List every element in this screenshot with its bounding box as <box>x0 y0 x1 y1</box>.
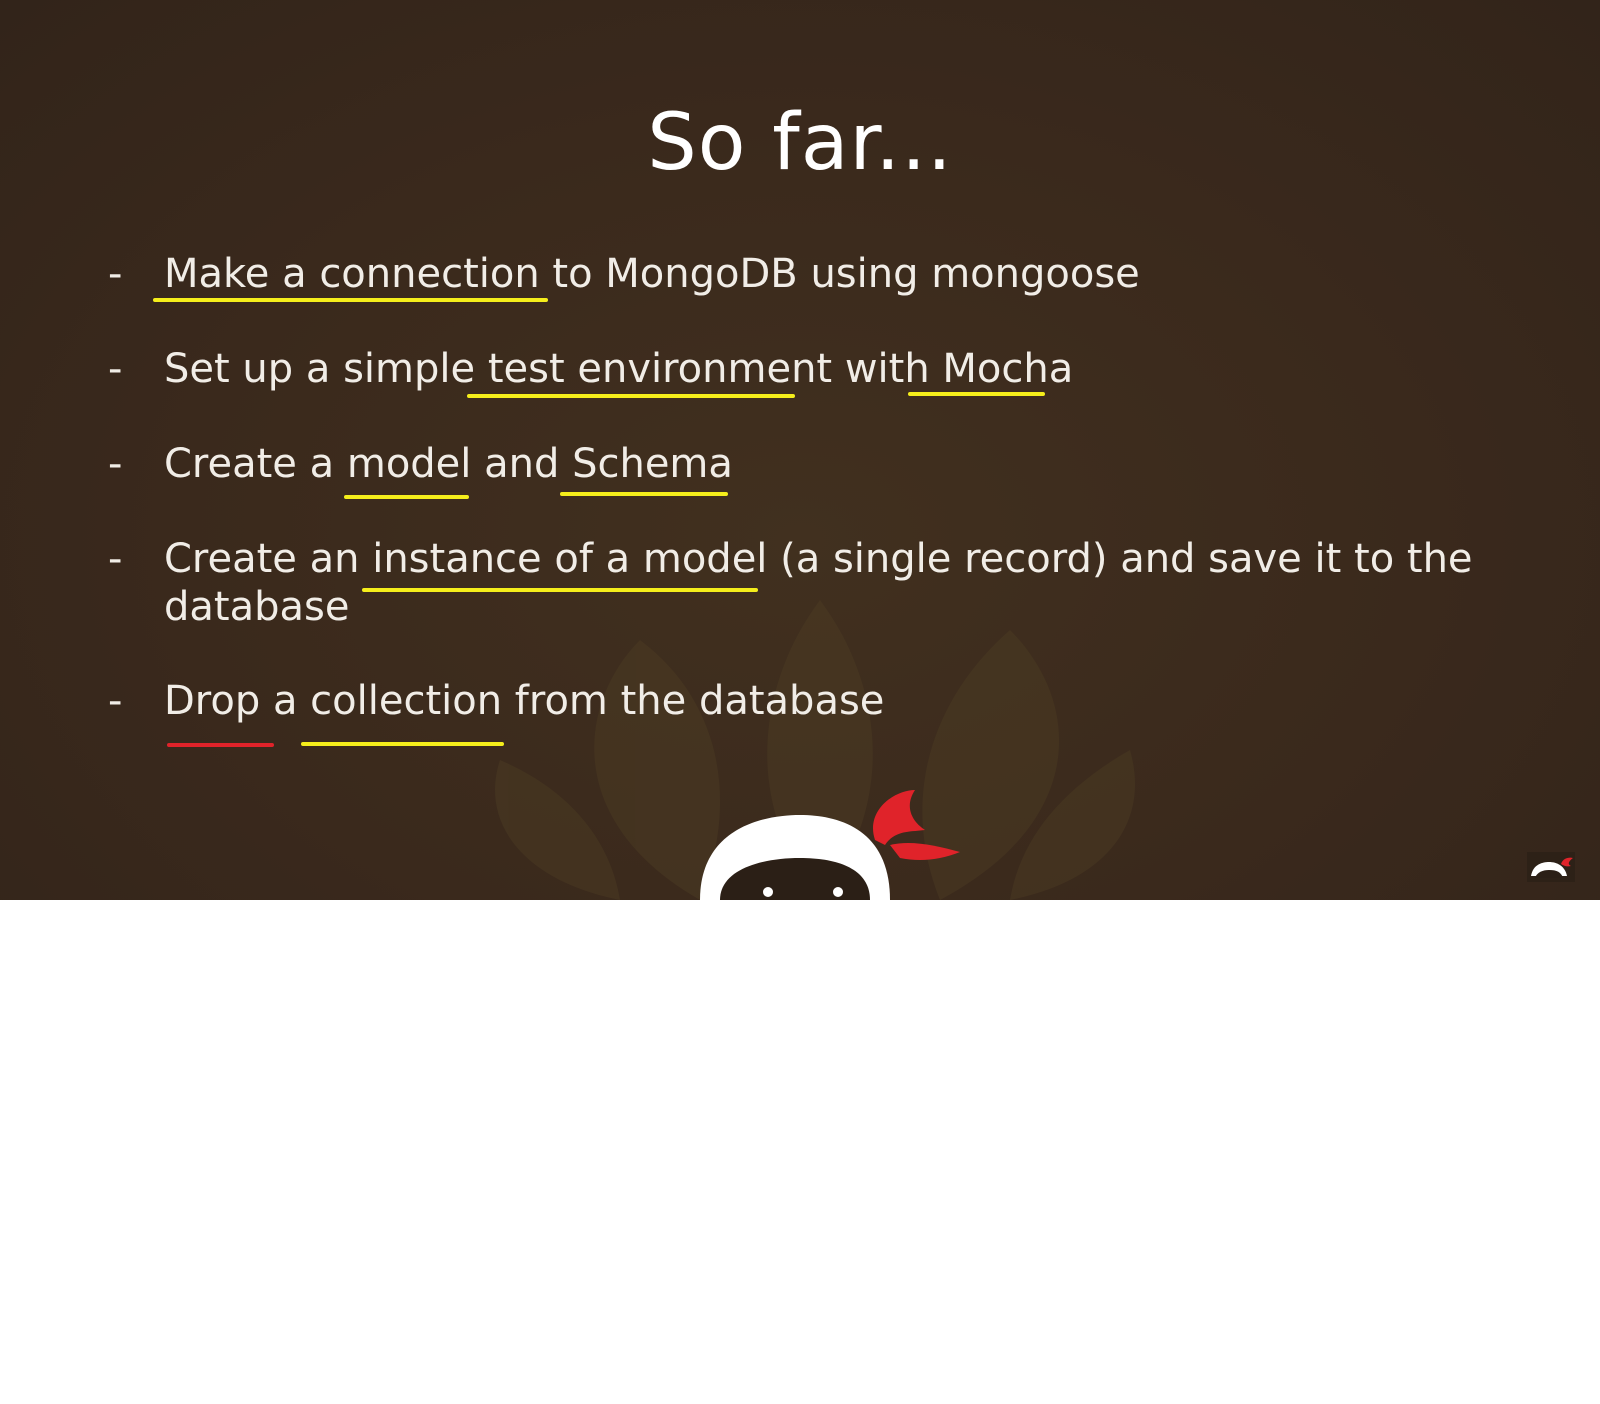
bullet-text: Create a model and Schema <box>164 441 733 487</box>
highlight-underline <box>362 588 758 592</box>
highlight-underline <box>153 298 548 302</box>
bullet-text: Make a connection to MongoDB using mongo… <box>164 251 1140 297</box>
presentation-slide: So far... - Make a connection to MongoDB… <box>0 0 1600 900</box>
bullet-text: Drop a collection from the database <box>164 678 885 724</box>
highlight-underline <box>908 392 1045 396</box>
ninja-logo-icon <box>1527 852 1575 882</box>
bullet-dash: - <box>108 678 123 724</box>
highlight-underline <box>467 394 795 398</box>
highlight-underline <box>301 742 504 746</box>
slide-title: So far... <box>647 98 953 188</box>
ninja-mascot-icon <box>700 790 960 900</box>
bullet-text: Set up a simple test environment with Mo… <box>164 346 1074 392</box>
bullet-dash: - <box>108 346 123 392</box>
bullet-dash: - <box>108 441 123 487</box>
bullet-dash: - <box>108 251 123 297</box>
bullet-text: Create an instance of a model (a single … <box>164 536 1473 630</box>
bullet-dash: - <box>108 536 123 582</box>
highlight-underline <box>344 495 469 499</box>
highlight-underline <box>560 492 728 496</box>
highlight-underline-red <box>167 743 274 747</box>
